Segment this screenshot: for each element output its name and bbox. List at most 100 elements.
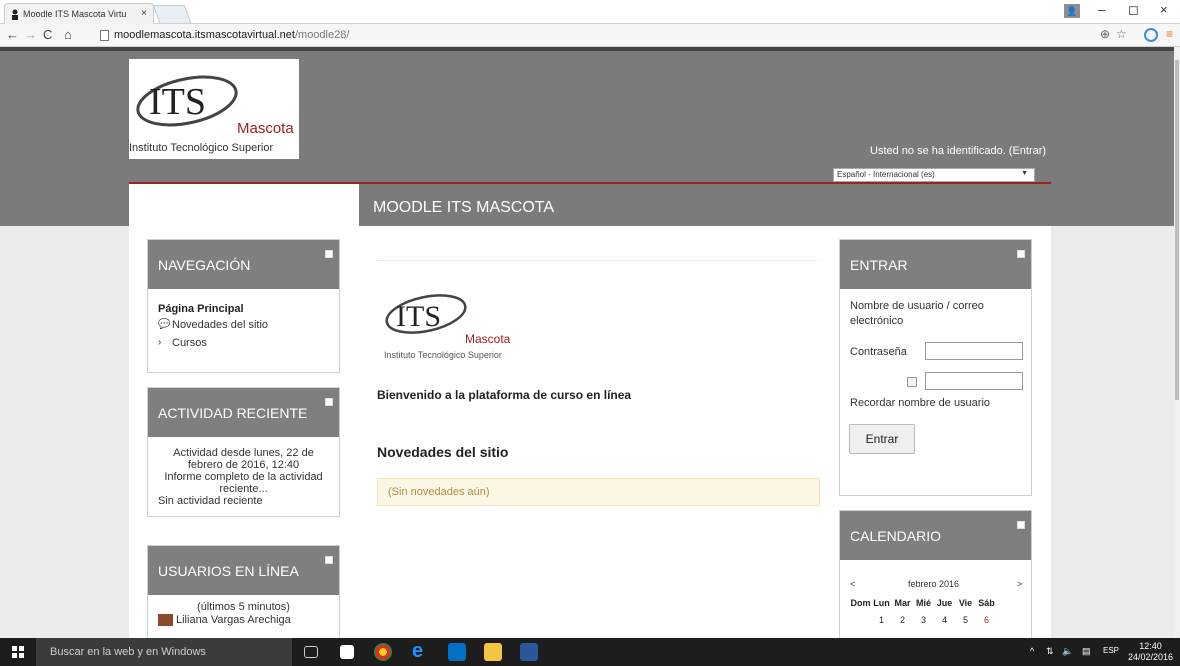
block-collapse-icon[interactable]: [325, 398, 333, 406]
nav-home-link[interactable]: Página Principal: [158, 301, 329, 317]
online-users-header: USUARIOS EN LÍNEA: [148, 546, 339, 595]
calendar-block: CALENDARIO < febrero 2016 > Dom Lun Mar Mié…: [839, 510, 1032, 638]
weekday-label: Lun: [873, 598, 890, 608]
calendar-day: 2: [899, 615, 905, 625]
password-label: Contraseña: [850, 346, 907, 358]
moodle-favicon-icon: [12, 9, 18, 20]
scrollbar-thumb[interactable]: [1175, 60, 1179, 400]
weekday-label: Mié: [915, 598, 931, 608]
password-input[interactable]: [925, 372, 1023, 390]
tray-chevron-icon[interactable]: ^: [1030, 646, 1034, 656]
calendar-next-link[interactable]: >: [1017, 579, 1022, 589]
full-report-link[interactable]: Informe completo de la actividad recient…: [158, 471, 329, 495]
site-header: ITS Mascota Instituto Tecnológico Superi…: [0, 51, 1174, 230]
zoom-icon[interactable]: ⊕: [1100, 27, 1110, 41]
url-field[interactable]: moodlemascota.itsmascotavirtual.net/mood…: [114, 29, 349, 41]
word-icon[interactable]: [520, 643, 538, 661]
new-tab-button[interactable]: [152, 5, 192, 23]
url-path: /moodle28/: [294, 29, 350, 41]
site-logo[interactable]: ITS Mascota Instituto Tecnológico Superi…: [129, 59, 299, 159]
calendar-day: 3: [920, 615, 926, 625]
calendar-day: 4: [941, 615, 947, 625]
task-view-icon[interactable]: [304, 646, 318, 658]
browser-tab[interactable]: Moodle ITS Mascota Virtu ×: [4, 3, 154, 24]
main-logo-subtitle: Instituto Tecnológico Superior: [384, 350, 502, 360]
online-user-name: Liliana Vargas Arechiga: [176, 614, 291, 626]
user-avatar: [158, 614, 173, 626]
remember-checkbox[interactable]: [907, 377, 917, 387]
block-collapse-icon[interactable]: [1017, 521, 1025, 529]
calendar-day: 5: [962, 615, 968, 625]
tab-close-icon[interactable]: ×: [141, 8, 147, 19]
login-block: ENTRAR Nombre de usuario / correo electr…: [839, 239, 1032, 496]
calendar-prev-link[interactable]: <: [850, 579, 855, 589]
no-activity-text: Sin actividad reciente: [158, 495, 263, 507]
site-title[interactable]: MOODLE ITS MASCOTA: [373, 199, 554, 217]
menu-icon[interactable]: ≡: [1166, 27, 1173, 41]
home-icon[interactable]: ⌂: [64, 27, 72, 42]
calendar-month[interactable]: febrero 2016: [908, 579, 959, 589]
recent-activity-header: ACTIVIDAD RECIENTE: [148, 388, 339, 437]
weekday-label: Vie: [958, 598, 973, 608]
online-user-item[interactable]: Liliana Vargas Arechiga: [158, 614, 329, 627]
logo-subtitle: Instituto Tecnológico Superior: [129, 142, 273, 154]
chrome-icon[interactable]: [374, 643, 392, 661]
logo-name: Mascota: [237, 120, 294, 137]
calendar-weekdays: Dom Lun Mar Mié Jue Vie Sáb: [850, 598, 997, 608]
maximize-button[interactable]: ◻: [1128, 2, 1139, 18]
minimize-button[interactable]: –: [1098, 2, 1105, 17]
block-collapse-icon[interactable]: [1017, 250, 1025, 258]
close-window-button[interactable]: ×: [1160, 2, 1168, 17]
main-logo-name: Mascota: [465, 332, 511, 346]
extension-icon[interactable]: [1144, 28, 1158, 42]
browser-tabbar: Moodle ITS Mascota Virtu × 👤 – ◻ ×: [0, 0, 1180, 24]
online-users-block: USUARIOS EN LÍNEA (últimos 5 minutos) Li…: [147, 545, 340, 638]
back-arrow-icon[interactable]: ←: [6, 27, 19, 42]
input-language[interactable]: ESP: [1103, 646, 1119, 655]
nav-item-site-news[interactable]: 💬 Novedades del sitio: [158, 317, 329, 333]
its-logo-icon: ITS Mascota Instituto Tecnológico Superi…: [384, 294, 511, 360]
forward-arrow-icon[interactable]: →: [24, 27, 37, 42]
navigation-block-header: NAVEGACIÓN: [148, 240, 339, 289]
windows-taskbar: Buscar en la web y en Windows e ^ ⇅ 🔈 ▤ …: [0, 638, 1180, 666]
online-users-title: USUARIOS EN LÍNEA: [158, 563, 299, 579]
chevron-right-icon: ›: [158, 337, 162, 348]
user-profile-icon[interactable]: 👤: [1064, 4, 1080, 18]
store-icon[interactable]: [340, 645, 354, 659]
bookmark-star-icon[interactable]: ☆: [1116, 27, 1127, 41]
windows-start-icon[interactable]: [12, 646, 24, 658]
weekday-label: Dom: [850, 598, 871, 608]
navigation-title: NAVEGACIÓN: [158, 257, 251, 273]
language-select[interactable]: Español - Internacional (es) ▼: [833, 168, 1035, 182]
header-white-area: [129, 184, 359, 230]
outlook-icon[interactable]: [448, 643, 466, 661]
activity-since-text: Actividad desde lunes, 22 de febrero de …: [173, 447, 314, 471]
taskbar-search[interactable]: Buscar en la web y en Windows: [36, 638, 292, 666]
main-divider: [376, 260, 820, 261]
login-block-header: ENTRAR: [840, 240, 1031, 289]
block-collapse-icon[interactable]: [325, 250, 333, 258]
calendar-block-header: CALENDARIO: [840, 511, 1031, 560]
volume-icon[interactable]: 🔈: [1062, 646, 1073, 657]
login-button[interactable]: Entrar: [849, 424, 915, 454]
block-collapse-icon[interactable]: [325, 556, 333, 564]
web-page: ITS Mascota Instituto Tecnológico Superi…: [0, 47, 1174, 638]
weekday-label: Sáb: [978, 598, 995, 608]
username-input[interactable]: [925, 342, 1023, 360]
network-icon[interactable]: ⇅: [1046, 646, 1054, 657]
file-explorer-icon[interactable]: [484, 643, 502, 661]
login-title: ENTRAR: [850, 257, 908, 273]
recent-activity-title: ACTIVIDAD RECIENTE: [158, 405, 308, 421]
online-period-text: (últimos 5 minutos): [197, 601, 290, 613]
edge-icon[interactable]: e: [412, 640, 430, 662]
calendar-day-weekend: 6: [983, 615, 989, 625]
taskbar-clock[interactable]: 12:40 24/02/2016: [1128, 641, 1173, 663]
nav-item-courses[interactable]: › Cursos: [158, 335, 329, 351]
notifications-icon[interactable]: ▤: [1082, 646, 1091, 657]
address-bar: ← → C ⌂ moodlemascota.itsmascotavirtual.…: [0, 24, 1180, 47]
reload-icon[interactable]: C: [43, 27, 52, 42]
its-logo-icon: ITS Mascota Instituto Tecnológico Superi…: [129, 75, 294, 154]
login-info-link[interactable]: Usted no se ha identificado. (Entrar): [870, 145, 1046, 157]
remember-label: Recordar nombre de usuario: [850, 397, 991, 409]
site-news-heading: Novedades del sitio: [377, 444, 509, 460]
